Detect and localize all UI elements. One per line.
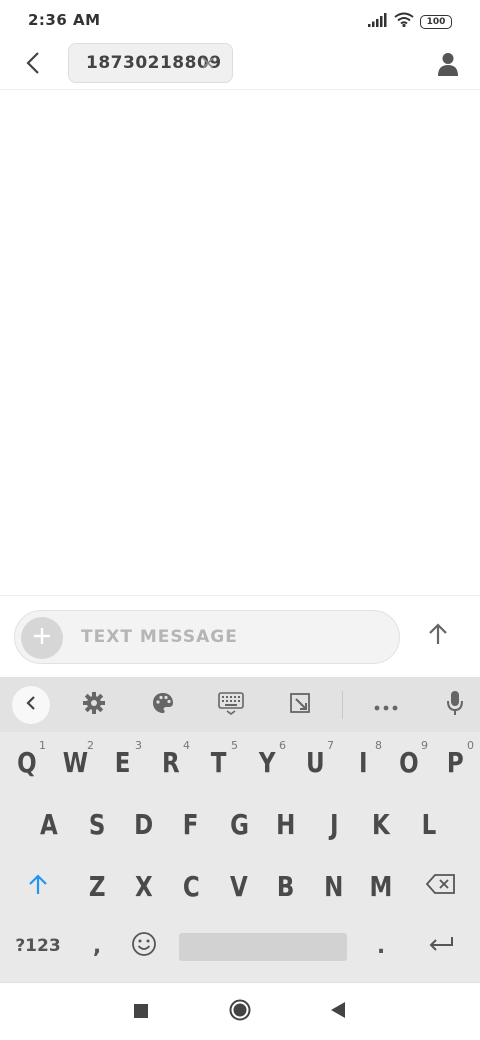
key-n[interactable]: N xyxy=(311,857,357,915)
conversation-header: 18730218809 xyxy=(0,40,480,90)
navigation-bar xyxy=(0,982,480,1040)
key-w[interactable]: W2 xyxy=(52,733,98,791)
key-z[interactable]: Z xyxy=(74,857,120,915)
key-u[interactable]: U7 xyxy=(292,733,338,791)
voice-input-button[interactable] xyxy=(438,689,472,721)
recipient-chip[interactable]: 18730218809 xyxy=(68,43,233,83)
home-circle-icon xyxy=(229,999,251,1025)
status-time: 2:36 AM xyxy=(28,11,101,29)
backspace-key[interactable] xyxy=(414,857,468,915)
compose-field[interactable]: TEXT MESSAGE xyxy=(14,610,400,664)
plus-icon xyxy=(33,627,51,649)
enter-key[interactable] xyxy=(414,917,468,975)
resize-button[interactable] xyxy=(283,689,317,721)
key-s[interactable]: S xyxy=(74,795,120,853)
key-x[interactable]: X xyxy=(121,857,167,915)
status-icons: 100 xyxy=(368,12,452,31)
resize-icon xyxy=(289,692,311,718)
keyboard-row-2: A S D F G H J K L xyxy=(0,795,480,853)
key-f[interactable]: F xyxy=(168,795,214,853)
enter-icon xyxy=(428,935,454,957)
theme-button[interactable] xyxy=(146,689,180,721)
keyboard-row-1: Q1 W2 E3 R4 T5 Y6 U7 I8 O9 P0 xyxy=(0,733,480,791)
gear-icon xyxy=(82,691,106,719)
status-bar: 2:36 AM 100 xyxy=(0,0,480,40)
period-key[interactable]: . xyxy=(358,917,404,975)
comma-key[interactable]: , xyxy=(74,917,120,975)
keyboard-icon xyxy=(218,691,244,719)
back-nav-button[interactable] xyxy=(323,997,353,1027)
back-button[interactable] xyxy=(18,50,48,80)
keyboard-toolbar xyxy=(0,677,480,732)
shift-key[interactable] xyxy=(12,857,64,915)
message-input[interactable]: TEXT MESSAGE xyxy=(81,627,238,647)
collapse-toolbar-button[interactable] xyxy=(12,686,50,724)
key-e[interactable]: E3 xyxy=(100,733,146,791)
palette-icon xyxy=(151,691,175,719)
smiley-icon xyxy=(131,931,157,961)
space-key[interactable] xyxy=(179,933,347,961)
backspace-icon xyxy=(425,874,456,898)
keyboard-row-3: Z X C V B N M xyxy=(0,857,480,915)
keyboard-mode-button[interactable] xyxy=(214,689,248,721)
shift-icon xyxy=(28,873,48,899)
recents-button[interactable] xyxy=(126,997,156,1027)
key-b[interactable]: B xyxy=(263,857,309,915)
more-horizontal-icon xyxy=(374,696,398,715)
square-icon xyxy=(134,1003,148,1022)
home-button[interactable] xyxy=(225,997,255,1027)
more-button[interactable] xyxy=(369,689,403,721)
key-o[interactable]: O9 xyxy=(386,733,432,791)
attach-button[interactable] xyxy=(21,617,63,659)
symbols-key[interactable]: ?123 xyxy=(8,917,68,975)
triangle-back-icon xyxy=(331,1002,345,1022)
message-thread xyxy=(0,91,480,595)
microphone-icon xyxy=(446,690,464,720)
keyboard-row-4: ?123 , . xyxy=(0,917,480,975)
key-i[interactable]: I8 xyxy=(340,733,386,791)
key-d[interactable]: D xyxy=(121,795,167,853)
key-k[interactable]: K xyxy=(358,795,404,853)
emoji-key[interactable] xyxy=(121,917,167,975)
settings-button[interactable] xyxy=(77,689,111,721)
person-icon xyxy=(437,52,459,80)
close-icon[interactable] xyxy=(198,53,218,73)
key-g[interactable]: G xyxy=(216,795,262,853)
chevron-left-icon xyxy=(26,695,36,715)
arrow-up-icon xyxy=(428,623,448,649)
key-y[interactable]: Y6 xyxy=(244,733,290,791)
key-c[interactable]: C xyxy=(168,857,214,915)
wifi-icon xyxy=(394,12,414,31)
key-t[interactable]: T5 xyxy=(196,733,242,791)
key-v[interactable]: V xyxy=(216,857,262,915)
compose-bar: TEXT MESSAGE xyxy=(0,595,480,677)
contact-button[interactable] xyxy=(430,48,466,84)
battery-icon: 100 xyxy=(420,14,452,29)
key-l[interactable]: L xyxy=(406,795,452,853)
keyboard: Q1 W2 E3 R4 T5 Y6 U7 I8 O9 P0 A S D F G … xyxy=(0,677,480,982)
send-button[interactable] xyxy=(422,620,454,652)
signal-icon xyxy=(368,12,388,31)
key-r[interactable]: R4 xyxy=(148,733,194,791)
chevron-left-icon xyxy=(26,51,40,79)
key-h[interactable]: H xyxy=(263,795,309,853)
key-p[interactable]: P0 xyxy=(432,733,478,791)
toolbar-divider xyxy=(342,691,343,719)
key-a[interactable]: A xyxy=(26,795,72,853)
key-j[interactable]: J xyxy=(311,795,357,853)
key-m[interactable]: M xyxy=(358,857,404,915)
key-q[interactable]: Q1 xyxy=(4,733,50,791)
